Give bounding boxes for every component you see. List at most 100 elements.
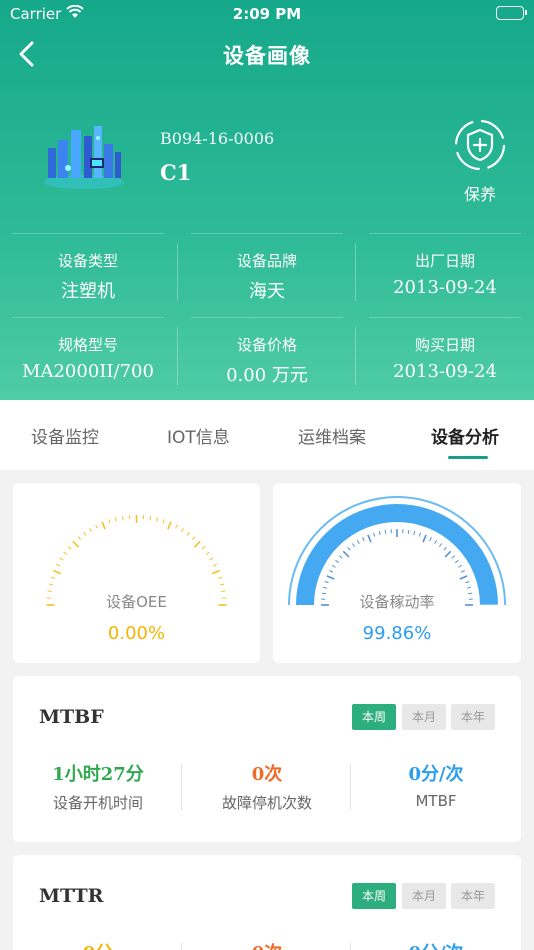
device-code: B094-16-0006 xyxy=(160,129,275,148)
period-month-button[interactable]: 本月 xyxy=(402,883,446,909)
gauge-tick xyxy=(201,546,206,550)
gauge-tick xyxy=(458,564,463,568)
gauge-tick xyxy=(53,569,62,575)
stat-label: 故障停机次数 xyxy=(221,794,312,812)
gauge-tick xyxy=(95,524,98,529)
gauge-tick xyxy=(83,531,87,536)
gauge-tick xyxy=(335,559,340,564)
stat-value: 0分/次 xyxy=(408,764,464,785)
period-week-button[interactable]: 本周 xyxy=(352,704,396,730)
gauge-tick xyxy=(181,528,184,532)
gauge-tick xyxy=(378,530,381,536)
period-week-button[interactable]: 本周 xyxy=(352,883,396,909)
maintain-button[interactable]: 保养 xyxy=(450,117,510,205)
gauge-tick xyxy=(48,583,53,586)
info-price: 设备价格 0.00 万元 xyxy=(191,317,343,387)
maintain-label: 保养 xyxy=(463,185,496,204)
gauge-tick xyxy=(429,537,432,542)
gauge-tick xyxy=(67,546,72,550)
info-value: 2013-09-24 xyxy=(393,277,497,298)
tab-maintenance-records[interactable]: 运维档案 xyxy=(298,423,366,448)
info-key: 购买日期 xyxy=(414,336,475,354)
stat-value: 0次 xyxy=(183,939,351,950)
gauge-tick xyxy=(367,534,372,543)
gauge-tick xyxy=(329,570,334,573)
tab-iot[interactable]: IOT信息 xyxy=(167,423,230,448)
gauge-tick xyxy=(211,569,220,575)
stat-value: 0分/次 xyxy=(352,939,520,950)
gauge-tick xyxy=(108,519,111,524)
divider xyxy=(355,243,356,301)
tab-bar: 设备监控 IOT信息 运维档案 设备分析 xyxy=(0,400,534,470)
gauge-tick xyxy=(50,576,55,579)
gauge-tick xyxy=(434,539,438,544)
clock: 2:09 PM xyxy=(232,5,302,23)
gauge-tick xyxy=(205,551,210,555)
gauge-tick xyxy=(459,575,468,580)
tab-analysis[interactable]: 设备分析 xyxy=(431,423,499,448)
info-key: 规格型号 xyxy=(57,336,118,354)
gauge-tick xyxy=(460,570,465,573)
info-key: 设备类型 xyxy=(57,252,118,270)
status-bar: Carrier 2:09 PM xyxy=(0,0,534,28)
mttr-card: MTTR 本周 本月 本年 0分 0次 0分/次 xyxy=(13,855,521,950)
gauge-value: 99.86% xyxy=(362,623,432,644)
gauge-tick xyxy=(466,586,472,589)
gauge-tick xyxy=(342,550,350,558)
gauge-tick xyxy=(384,529,387,534)
info-factory-date: 出厂日期 2013-09-24 xyxy=(369,233,521,303)
device-illustration-icon xyxy=(38,118,130,194)
gauge-tick xyxy=(193,540,201,548)
info-purchase-date: 购买日期 2013-09-24 xyxy=(369,317,521,387)
divider xyxy=(350,764,351,810)
gauge-tick xyxy=(465,581,470,584)
gauge-tick xyxy=(422,534,427,543)
gauge-tick xyxy=(89,528,92,532)
oee-card: 设备OEE 0.00% xyxy=(13,483,260,663)
gauge-tick xyxy=(324,581,329,584)
gauge-tick xyxy=(407,529,410,534)
period-year-button[interactable]: 本年 xyxy=(451,883,495,909)
page-title: 设备画像 xyxy=(223,44,311,68)
info-device-brand: 设备品牌 海天 xyxy=(191,233,343,303)
tab-monitor[interactable]: 设备监控 xyxy=(31,423,99,448)
divider xyxy=(355,327,356,385)
gauge-tick xyxy=(347,546,351,551)
gauge-tick xyxy=(59,557,64,561)
info-value: 海天 xyxy=(249,281,285,302)
gauge-tick xyxy=(351,543,356,548)
gauge-tick xyxy=(149,516,152,521)
stat-value: 0次 xyxy=(251,764,283,785)
info-value: 注塑机 xyxy=(61,281,115,302)
gauge-tick xyxy=(418,532,421,537)
gauge-tick xyxy=(218,576,223,579)
divider xyxy=(177,327,178,385)
utilization-card: 设备稼动率 99.86% xyxy=(273,483,521,663)
active-tab-indicator xyxy=(448,456,488,459)
mtbf-title: MTBF xyxy=(39,706,104,728)
period-year-button[interactable]: 本年 xyxy=(451,704,495,730)
period-month-button[interactable]: 本月 xyxy=(402,704,446,730)
gauge-tick xyxy=(331,564,336,568)
gauge-tick xyxy=(121,516,124,521)
gauge-tick xyxy=(191,536,196,540)
gauge-tick xyxy=(156,517,158,522)
gauge-tick xyxy=(175,524,178,529)
divider xyxy=(177,243,178,301)
gauge-tick xyxy=(454,559,459,564)
gauge-tick xyxy=(356,539,360,544)
mttr-stat: 0分/次 xyxy=(352,939,520,950)
gauge-tick xyxy=(101,521,106,530)
info-value: 2013-09-24 xyxy=(393,361,497,382)
info-key: 设备价格 xyxy=(236,336,297,354)
stat-value: 1小时27分 xyxy=(52,764,144,785)
info-key: 出厂日期 xyxy=(414,252,475,270)
gauge-tick xyxy=(167,521,172,530)
device-header: Carrier 2:09 PM 设备画像 B094-16-0006 C1 保养 … xyxy=(0,0,534,400)
divider xyxy=(181,764,182,810)
failure-count-stat: 0次 故障停机次数 xyxy=(183,760,351,813)
stat-label: MTBF xyxy=(415,792,457,810)
repair-count-stat: 0次 xyxy=(183,939,351,950)
divider xyxy=(350,943,351,950)
mttr-title: MTTR xyxy=(39,885,104,907)
